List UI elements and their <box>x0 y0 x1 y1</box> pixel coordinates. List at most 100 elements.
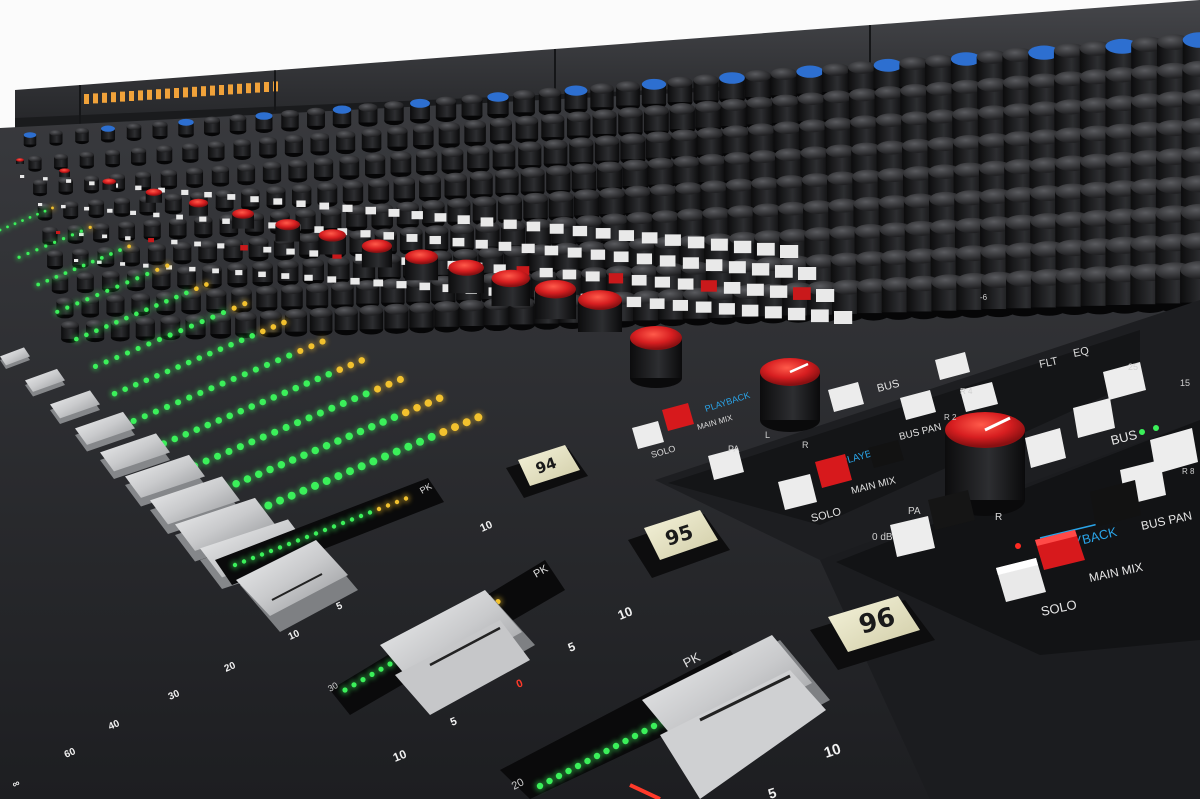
eq-knob[interactable] <box>441 147 464 175</box>
eq-knob[interactable] <box>513 89 535 118</box>
eq-knob[interactable] <box>487 92 509 119</box>
pan-knob[interactable] <box>16 158 24 164</box>
switch-button[interactable] <box>263 246 272 253</box>
switch-button[interactable] <box>406 234 418 242</box>
switch-button[interactable] <box>61 204 66 209</box>
eq-knob[interactable] <box>331 281 354 310</box>
switch-button[interactable] <box>549 223 564 234</box>
switch-button[interactable] <box>258 271 266 278</box>
eq-knob[interactable] <box>492 143 516 172</box>
pan-knob[interactable] <box>145 188 163 203</box>
eq-knob[interactable] <box>564 85 588 115</box>
switch-button[interactable] <box>798 267 817 280</box>
eq-knob[interactable] <box>101 125 115 143</box>
eq-knob[interactable] <box>434 301 460 333</box>
switch-button[interactable] <box>756 242 775 256</box>
switch-button[interactable] <box>350 277 360 285</box>
eq-knob[interactable] <box>590 83 614 113</box>
switch-button[interactable] <box>687 236 705 249</box>
switch-button[interactable] <box>199 216 207 222</box>
switch-button[interactable] <box>66 179 72 183</box>
switch-button[interactable] <box>235 270 243 276</box>
switch-button[interactable] <box>631 274 647 286</box>
switch-button[interactable] <box>125 236 131 241</box>
eq-knob[interactable] <box>390 151 412 178</box>
switch-button[interactable] <box>373 279 384 287</box>
switch-button[interactable] <box>664 234 681 246</box>
switch-button[interactable] <box>498 241 512 251</box>
pan-knob-94[interactable] <box>630 326 682 388</box>
eq-knob[interactable] <box>336 130 356 155</box>
pan-knob[interactable] <box>188 198 208 216</box>
switch-button[interactable] <box>204 191 212 198</box>
eq-knob[interactable] <box>233 138 251 160</box>
switch-button[interactable] <box>411 211 423 220</box>
pan-knob[interactable] <box>534 279 577 320</box>
eq-knob[interactable] <box>173 241 192 265</box>
eq-knob[interactable] <box>207 141 225 162</box>
eq-knob[interactable] <box>152 121 168 140</box>
eq-knob[interactable] <box>515 115 539 144</box>
eq-knob[interactable] <box>281 284 303 312</box>
switch-button[interactable] <box>810 309 829 323</box>
eq-knob[interactable] <box>306 282 329 311</box>
eq-knob[interactable] <box>461 94 483 121</box>
eq-knob[interactable] <box>255 112 273 134</box>
eq-knob[interactable] <box>413 124 434 150</box>
eq-knob[interactable] <box>566 111 591 141</box>
switch-button[interactable] <box>227 194 236 200</box>
switch-button[interactable] <box>526 221 541 232</box>
eq-knob[interactable] <box>444 172 467 201</box>
eq-knob[interactable] <box>227 262 248 288</box>
eq-knob[interactable] <box>182 143 199 163</box>
eq-knob[interactable] <box>334 306 358 336</box>
switch-button[interactable] <box>148 238 155 243</box>
switch-button[interactable] <box>327 276 337 283</box>
eq-knob[interactable] <box>543 139 568 169</box>
eq-knob[interactable] <box>641 78 667 110</box>
eq-knob[interactable] <box>266 186 286 210</box>
eq-knob[interactable] <box>309 307 333 336</box>
eq-knob[interactable] <box>569 137 594 168</box>
switch-button[interactable] <box>728 261 746 274</box>
pan-knob[interactable] <box>405 249 438 281</box>
switch-button[interactable] <box>608 273 624 284</box>
switch-button[interactable] <box>365 206 377 215</box>
switch-button[interactable] <box>572 225 588 237</box>
switch-button[interactable] <box>590 249 606 260</box>
eq-knob[interactable] <box>410 98 430 124</box>
switch-button[interactable] <box>171 239 178 245</box>
eq-knob[interactable] <box>469 170 493 200</box>
switch-button[interactable] <box>695 301 712 313</box>
switch-button[interactable] <box>751 263 770 276</box>
switch-button[interactable] <box>816 289 835 302</box>
eq-knob[interactable] <box>33 179 47 197</box>
switch-button[interactable] <box>521 243 535 254</box>
pan-knob[interactable] <box>59 168 70 177</box>
eq-knob[interactable] <box>667 76 693 108</box>
switch-button[interactable] <box>309 250 319 257</box>
switch-button[interactable] <box>475 239 488 249</box>
eq-knob[interactable] <box>302 258 324 285</box>
eq-knob[interactable] <box>160 169 178 190</box>
eq-knob[interactable] <box>416 149 438 176</box>
eq-knob[interactable] <box>490 117 512 146</box>
switch-button[interactable] <box>84 206 90 211</box>
switch-button[interactable] <box>626 296 642 308</box>
switch-button[interactable] <box>452 237 465 247</box>
eq-knob[interactable] <box>237 163 256 186</box>
eq-knob[interactable] <box>339 155 360 180</box>
pan-knob-95[interactable] <box>760 358 820 432</box>
switch-button[interactable] <box>641 232 658 244</box>
switch-button[interactable] <box>654 276 671 288</box>
switch-button[interactable] <box>741 304 759 317</box>
switch-button[interactable] <box>723 281 741 294</box>
eq-knob[interactable] <box>130 147 147 166</box>
eq-knob[interactable] <box>538 87 562 116</box>
eq-knob[interactable] <box>23 132 37 148</box>
eq-knob[interactable] <box>204 116 220 137</box>
switch-button[interactable] <box>457 215 470 225</box>
eq-knob[interactable] <box>288 159 308 183</box>
eq-knob[interactable] <box>541 113 565 143</box>
eq-knob[interactable] <box>49 129 63 146</box>
